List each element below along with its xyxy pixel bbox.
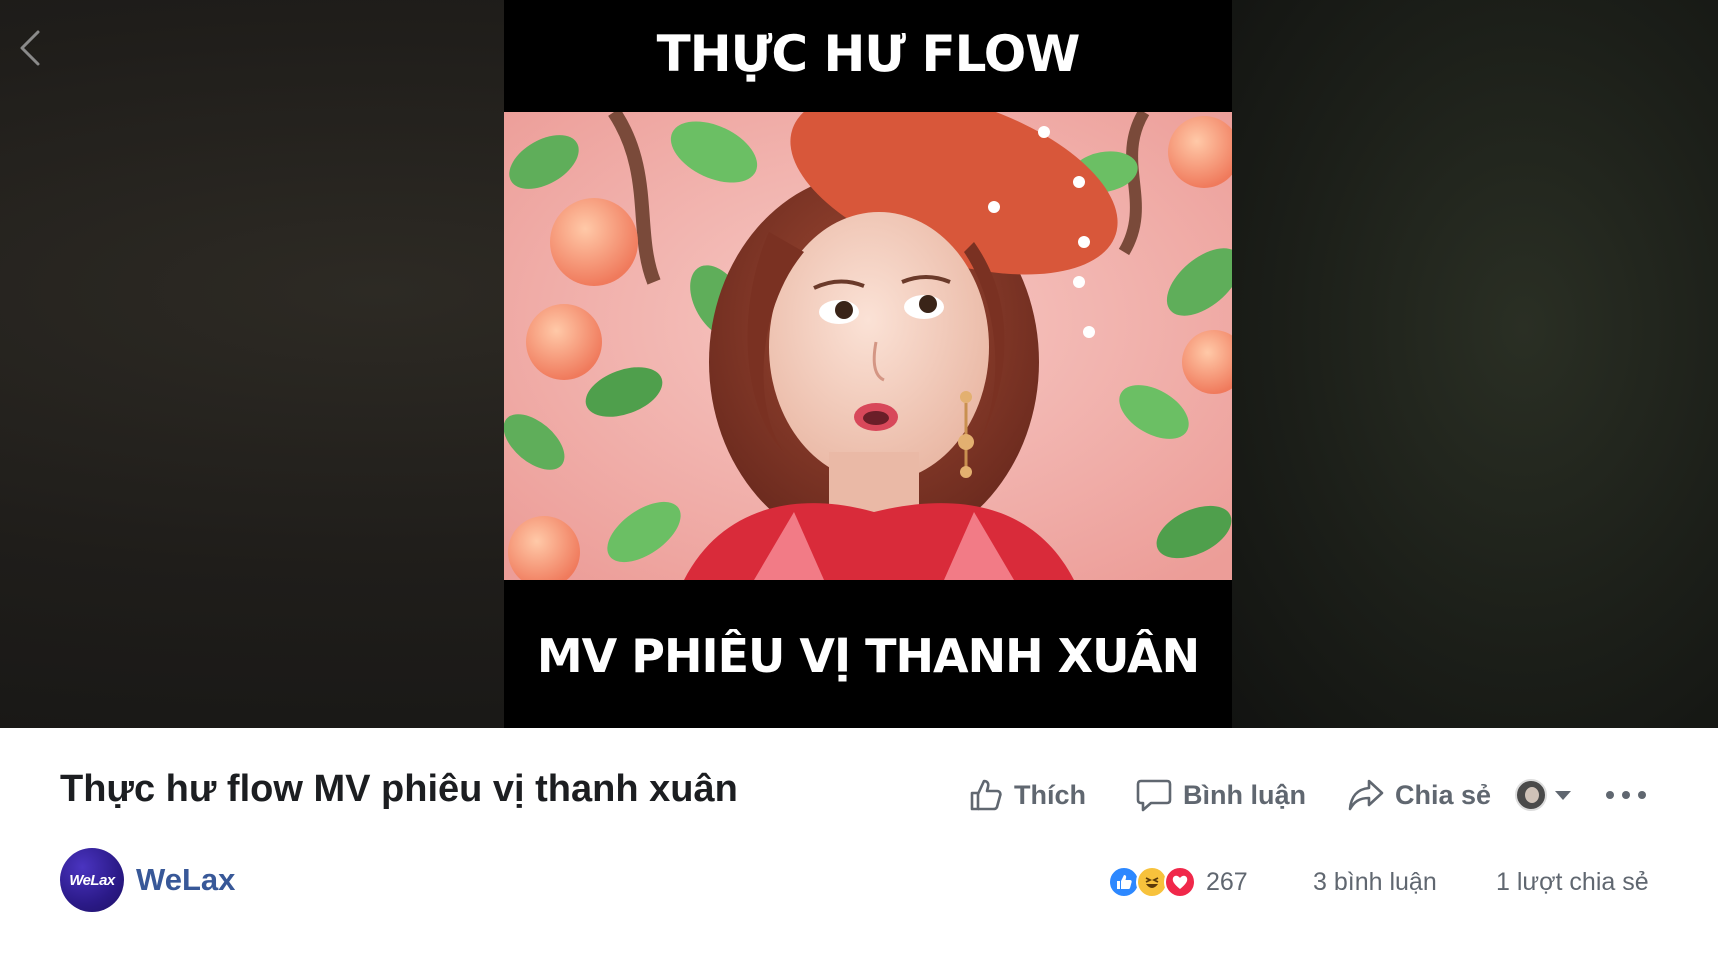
share-arrow-icon: [1348, 779, 1384, 811]
comment-button[interactable]: Bình luận: [1135, 770, 1306, 820]
user-avatar: [1515, 779, 1547, 811]
post-info-bar: Thực hư flow MV phiêu vị thanh xuân Thíc…: [0, 728, 1718, 954]
like-label: Thích: [1014, 779, 1086, 810]
video-bottom-caption: MV PHIÊU VỊ THANH XUÂN: [536, 629, 1200, 683]
comment-label: Bình luận: [1183, 779, 1306, 810]
post-stats: 267 3 bình luận 1 lượt chia sẻ: [0, 864, 1718, 904]
audience-selector[interactable]: [1515, 774, 1571, 816]
back-arrow-icon[interactable]: [10, 26, 50, 70]
share-label: Chia sẻ: [1395, 779, 1492, 810]
chevron-down-icon: [1555, 790, 1571, 800]
video-player[interactable]: THỰC HƯ FLOW MV PHIÊU VỊ THANH XUÂN: [504, 0, 1232, 728]
comment-bubble-icon: [1136, 779, 1172, 812]
comment-count-link[interactable]: 3 bình luận: [1313, 868, 1437, 897]
more-dots-icon[interactable]: [1606, 778, 1646, 812]
post-actions: Thích Bình luận Chia sẻ: [0, 770, 1718, 820]
video-frame: [504, 112, 1232, 580]
love-reaction-icon: [1164, 866, 1196, 898]
share-count-link[interactable]: 1 lượt chia sẻ: [1496, 868, 1649, 897]
reactions-summary[interactable]: 267: [1108, 866, 1248, 898]
thumbs-up-icon: [970, 779, 1002, 811]
share-button[interactable]: Chia sẻ: [1347, 770, 1491, 820]
like-button[interactable]: Thích: [968, 770, 1086, 820]
video-stage: THỰC HƯ FLOW MV PHIÊU VỊ THANH XUÂN: [0, 0, 1718, 728]
video-top-caption: THỰC HƯ FLOW: [656, 25, 1081, 83]
reaction-count: 267: [1206, 867, 1248, 896]
